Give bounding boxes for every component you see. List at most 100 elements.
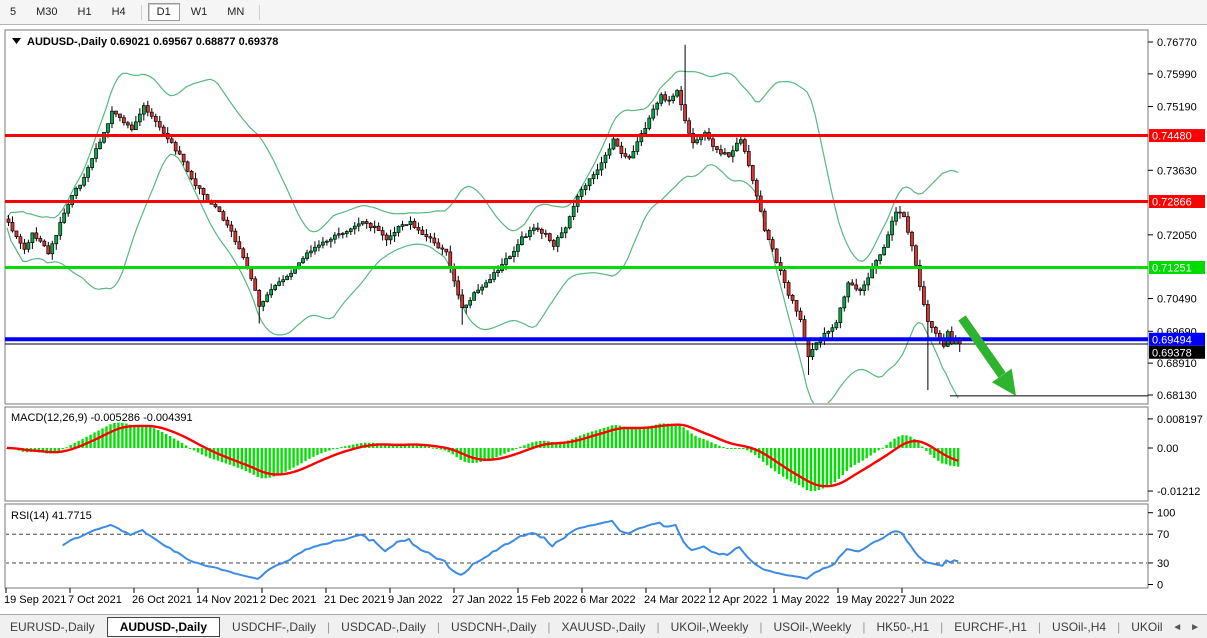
macd-histogram-bar [109,424,111,448]
macd-histogram-bar [320,448,322,453]
macd-histogram-bar [515,448,517,449]
rsi-axis-tick: 70 [1157,529,1169,541]
tab-audusd-daily[interactable]: AUDUSD-,Daily [107,617,220,637]
macd-histogram-bar [818,448,820,490]
macd-histogram-bar [213,448,215,459]
date-tick: 14 Nov 2021 [196,594,258,606]
macd-histogram-bar [292,448,294,468]
macd-axis-tick: 0.00 [1157,443,1178,455]
timeframe-button-D1[interactable]: D1 [148,3,180,21]
macd-histogram-bar [603,428,605,448]
macd-histogram-bar [352,445,354,448]
macd-histogram-bar [865,448,867,458]
tab-usoil-weekly[interactable]: USOil-,Weekly [764,618,862,636]
timeframe-button-5[interactable]: 5 [1,3,25,21]
macd-histogram-bar [428,447,430,448]
date-tick: 7 Jun 2022 [900,594,954,606]
macd-histogram-bar [157,430,159,448]
macd-histogram-bar [332,448,334,449]
macd-histogram-bar [782,448,784,477]
macd-histogram-bar [129,425,131,448]
macd-histogram-bar [304,448,306,461]
hline-0.71251-badge-text: 0.71251 [1152,262,1192,274]
rsi-pane [5,504,1148,588]
macd-histogram-bar [62,448,64,449]
macd-histogram-bar [846,448,848,471]
hline-0.74480-badge-text: 0.74480 [1152,131,1192,143]
date-tick: 27 Jan 2022 [452,594,513,606]
time-axis: 19 Sep 20217 Oct 202126 Oct 202114 Nov 2… [4,588,954,606]
timeframe-button-M30[interactable]: M30 [27,3,66,21]
tab-strip: EURUSD-,DailyAUDUSD-,DailyUSDCHF-,Daily|… [0,617,1195,637]
macd-histogram-bar [181,443,183,448]
date-tick: 15 Feb 2022 [516,594,578,606]
macd-histogram-bar [141,425,143,448]
macd-histogram-bar [734,448,736,449]
timeframe-button-MN[interactable]: MN [218,3,253,21]
macd-histogram-bar [873,448,875,453]
macd-histogram-bar [519,447,521,448]
macd-histogram-bar [511,448,513,450]
tab-eurchf-h1[interactable]: EURCHF-,H1 [944,618,1037,636]
macd-histogram-bar [738,448,740,449]
price-tick: 0.76770 [1157,37,1197,49]
tab-hk50-h1[interactable]: HK50-,H1 [866,618,939,636]
timeframe-button-H1[interactable]: H1 [69,3,101,21]
macd-histogram-bar [161,432,163,448]
macd-histogram-bar [794,448,796,483]
macd-histogram-bar [276,448,278,475]
macd-histogram-bar [229,448,231,465]
macd-histogram-bar [917,442,919,448]
timeframe-toolbar: 5M30H1H4 D1W1MN [0,0,1207,25]
tab-eurusd-daily[interactable]: EURUSD-,Daily [0,618,105,636]
macd-histogram-bar [742,448,744,449]
date-tick: 26 Oct 2021 [132,594,192,606]
macd-histogram-bar [312,448,314,457]
macd-histogram-bar [575,437,577,448]
tab-usoil-h4[interactable]: USOil-,H4 [1042,618,1116,636]
macd-histogram-bar [66,447,68,448]
macd-histogram-bar [503,448,505,454]
macd-histogram-bar [826,448,828,487]
macd-histogram-bar [631,428,633,448]
tab-usdcnh-daily[interactable]: USDCNH-,Daily [441,618,546,636]
hline-0.72866-badge-text: 0.72866 [1152,197,1192,209]
date-tick: 9 Jan 2022 [388,594,442,606]
tab-usdchf-daily[interactable]: USDCHF-,Daily [222,618,326,636]
macd-histogram-bar [308,448,310,459]
rsi-label: RSI(14) 41.7715 [11,510,92,522]
macd-histogram-bar [344,446,346,448]
macd-histogram-bar [296,448,298,466]
macd-histogram-bar [336,448,338,449]
macd-histogram-bar [189,448,191,449]
tab-scroll-left-icon[interactable]: ◄ [1168,622,1186,633]
macd-histogram-bar [643,427,645,448]
macd-histogram-bar [137,425,139,448]
macd-histogram-bar [702,439,704,448]
toolbar-separator [141,5,142,20]
date-tick: 6 Mar 2022 [580,594,636,606]
rsi-axis-tick: 0 [1157,580,1163,592]
tab-xauusd-daily[interactable]: XAUUSD-,Daily [551,618,655,636]
macd-histogram-bar [491,448,493,459]
price-axis: 0.767700.759900.751900.736300.720500.704… [1148,37,1203,592]
macd-histogram-bar [830,448,832,485]
tab-scroll-right-icon[interactable]: ► [1186,622,1204,633]
macd-histogram-bar [288,448,290,470]
macd-histogram-bar [869,448,871,456]
macd-histogram-bar [627,427,629,448]
macd-histogram-bar [663,423,665,448]
timeframe-button-W1[interactable]: W1 [182,3,217,21]
tab-ukoil-weekly[interactable]: UKOil-,Weekly [661,618,759,636]
macd-histogram-bar [798,448,800,485]
macd-axis-tick: 0.008197 [1157,414,1203,426]
date-tick: 7 Oct 2021 [68,594,122,606]
macd-histogram-bar [639,428,641,448]
timeframe-button-H4[interactable]: H4 [103,3,135,21]
macd-histogram-bar [862,448,864,461]
date-tick: 12 Apr 2022 [708,594,767,606]
tab-usdcad-daily[interactable]: USDCAD-,Daily [331,618,436,636]
macd-histogram-bar [272,448,274,477]
macd-histogram-bar [523,445,525,448]
macd-histogram-bar [149,427,151,448]
